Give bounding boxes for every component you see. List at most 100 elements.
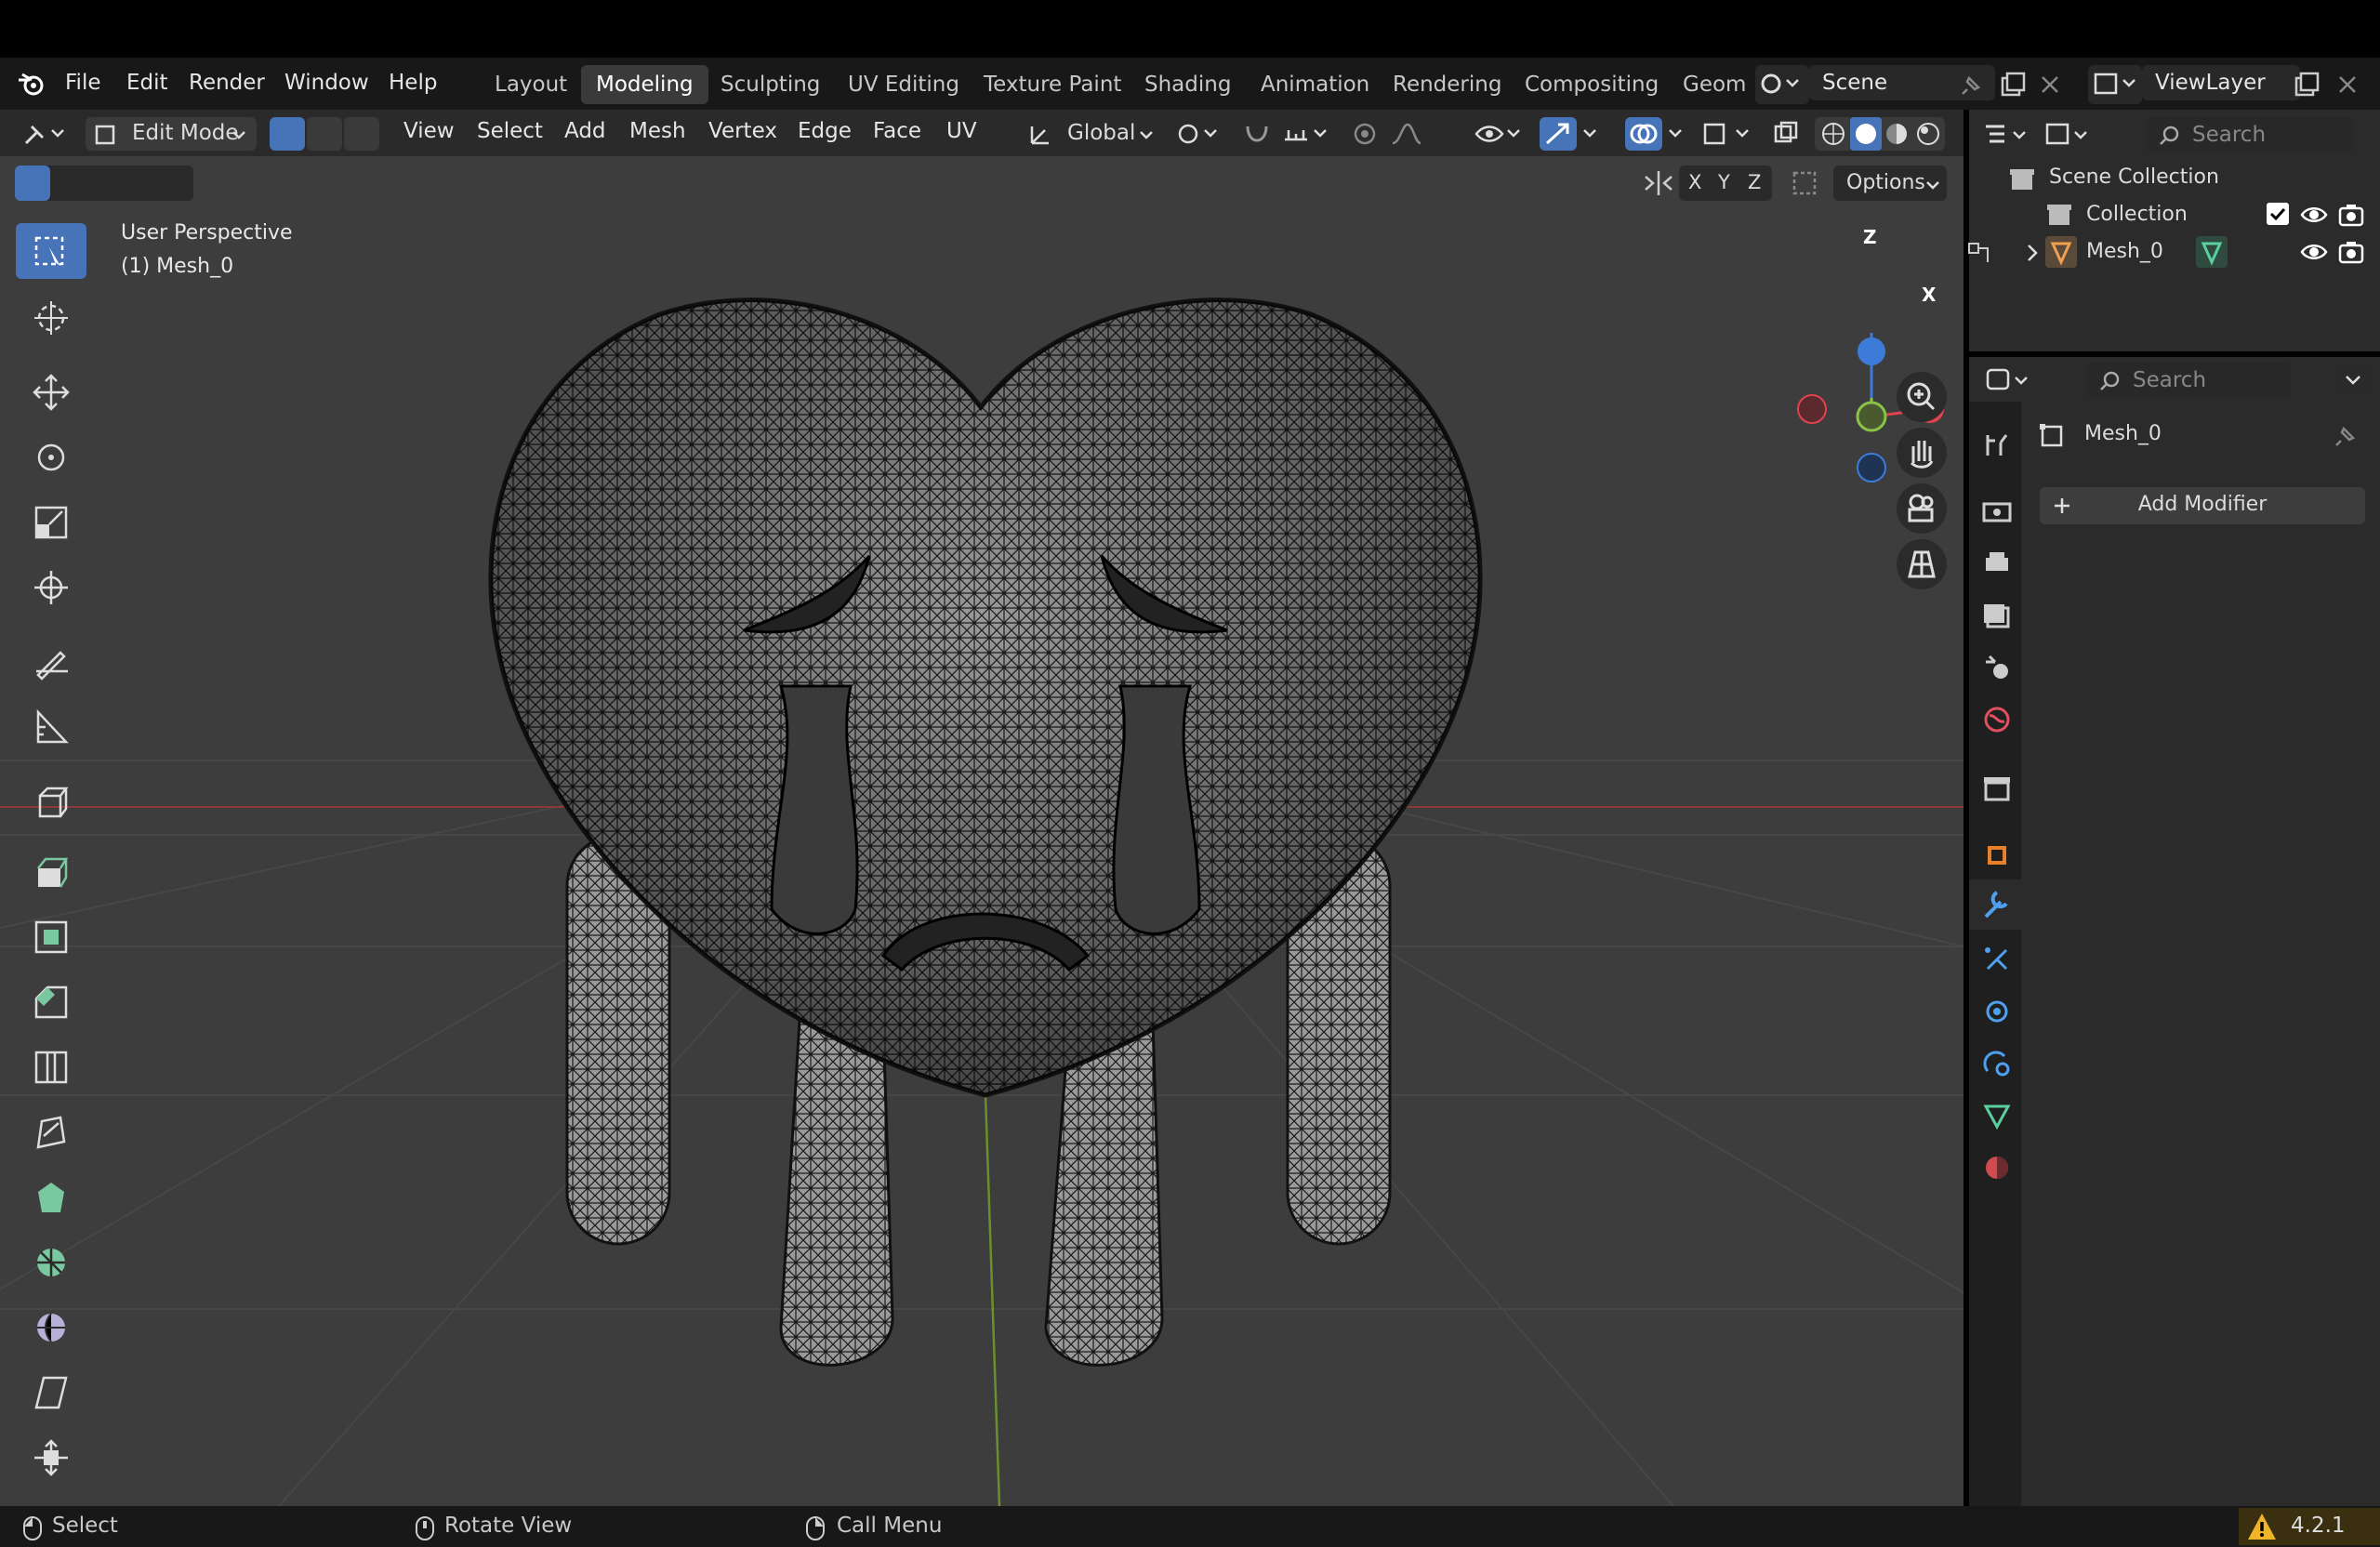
mesh-object-label[interactable]: Mesh_0 [2086,240,2163,263]
tool-spin[interactable] [16,1233,86,1289]
properties-options-dropdown[interactable] [2337,366,2369,394]
physics-tab-icon[interactable] [1980,995,2014,1028]
menu-edge[interactable]: Edge [798,119,852,143]
tool-settings-tab-icon[interactable] [1980,428,2014,461]
mesh-visibility-eye-icon[interactable] [2300,238,2328,270]
material-tab-icon[interactable] [1980,1151,2014,1184]
menu-face[interactable]: Face [873,119,921,143]
menu-select[interactable]: Select [477,119,543,143]
tab-uv-editing[interactable]: UV Editing [833,65,974,104]
snap-icon[interactable] [1238,117,1276,151]
transform-orientation-selector[interactable]: Global [1019,117,1160,151]
menu-edit[interactable]: Edit [126,71,168,95]
tool-scale[interactable] [16,493,86,549]
gizmo-toggle-icon[interactable] [1540,117,1577,151]
outliner-filter-icon[interactable] [1965,240,1993,271]
visibility-selector-icon[interactable] [1473,117,1525,151]
tool-select-box[interactable] [16,223,86,279]
falloff-icon[interactable] [1387,117,1439,151]
view-layer-selector-button[interactable] [2088,65,2142,104]
mirror-z-toggle[interactable]: Z [1748,171,1761,193]
menu-help[interactable]: Help [389,71,437,95]
zoom-button[interactable] [1897,372,1947,422]
3d-viewport[interactable]: User Perspective (1) Mesh_0 Z X [0,110,1964,1506]
mode-selector[interactable]: Edit Mode [86,117,257,151]
collection-include-checkbox[interactable] [2267,203,2289,225]
tool-extrude[interactable] [16,842,86,898]
tool-measure[interactable] [16,697,86,753]
collection-label[interactable]: Collection [2086,203,2188,226]
mesh-edit-overlays-icon[interactable] [1699,117,1757,151]
tab-texture-paint[interactable]: Texture Paint [969,65,1136,104]
data-tab-icon[interactable] [1980,1099,2014,1132]
face-select-button[interactable] [344,117,379,151]
tab-animation[interactable]: Animation [1246,65,1384,104]
select-subtract-icon[interactable] [86,165,121,201]
menu-uv[interactable]: UV [946,119,977,143]
vertex-select-button[interactable] [270,117,305,151]
tool-add-cube[interactable] [16,772,86,827]
tool-bevel[interactable] [16,972,86,1028]
edge-select-button[interactable] [307,117,342,151]
modifier-tab-icon[interactable] [1969,879,2021,930]
tab-sculpting[interactable]: Sculpting [706,65,835,104]
scene-tab-icon[interactable] [1980,651,2014,684]
solid-shading-icon[interactable] [1850,117,1882,151]
pin-icon[interactable] [1960,73,1984,100]
tool-poly-build[interactable] [16,1168,86,1223]
menu-mesh[interactable]: Mesh [629,119,686,143]
add-modifier-button[interactable]: Add Modifier [2040,487,2365,524]
new-view-layer-icon[interactable] [2293,71,2320,102]
collection-visibility-eye-icon[interactable] [2300,201,2328,232]
tab-compositing[interactable]: Compositing [1510,65,1673,104]
properties-editor-type-icon[interactable] [1982,363,2036,398]
pan-hand-icon[interactable] [1897,428,1947,478]
collection-tab-icon[interactable] [1980,772,2014,805]
view-layer-name-field[interactable]: ViewLayer [2142,65,2300,100]
tool-cursor[interactable] [16,288,86,344]
select-new-icon[interactable] [15,165,50,201]
tool-shear[interactable] [16,1363,86,1419]
blender-logo-icon[interactable] [17,69,46,99]
render-tab-icon[interactable] [1980,495,2014,528]
material-preview-icon[interactable] [1882,119,1911,149]
editor-type-button[interactable] [19,117,73,151]
pivot-point-icon[interactable] [1173,117,1225,151]
select-extend-icon[interactable] [50,165,86,201]
tool-transform[interactable] [16,558,86,614]
tool-move[interactable] [16,363,86,418]
delete-view-layer-icon[interactable] [2335,73,2360,100]
camera-view-icon[interactable] [1897,483,1947,534]
tool-annotate[interactable] [16,632,86,688]
menu-file[interactable]: File [65,71,101,95]
tab-shading[interactable]: Shading [1130,65,1246,104]
tool-shrink-fatten[interactable] [16,1428,86,1484]
tool-knife[interactable] [16,1103,86,1158]
scene-selector-button[interactable] [1755,65,1809,104]
xray-toggle-icon[interactable] [1768,117,1805,151]
new-scene-icon[interactable] [1999,71,2027,102]
overlays-dropdown-icon[interactable] [1664,117,1690,151]
snap-target-icon[interactable] [1279,117,1333,151]
rendered-shading-icon[interactable] [1913,119,1943,149]
particles-tab-icon[interactable] [1980,943,2014,976]
object-tab-icon[interactable] [1980,839,2014,872]
wireframe-shading-icon[interactable] [1818,119,1848,149]
tab-geometry[interactable]: Geom [1668,65,1761,104]
mesh-render-camera-icon[interactable] [2337,238,2365,270]
auto-merge-icon[interactable] [1787,165,1822,201]
output-tab-icon[interactable] [1980,547,2014,580]
expand-arrow-icon[interactable] [2021,242,2043,268]
collection-render-camera-icon[interactable] [2337,201,2365,232]
tab-layout[interactable]: Layout [480,65,582,104]
menu-add[interactable]: Add [564,119,606,143]
tab-rendering[interactable]: Rendering [1378,65,1516,104]
tab-modeling[interactable]: Modeling [581,65,708,104]
select-intersect-icon[interactable] [156,165,192,201]
tool-loop-cut[interactable] [16,1038,86,1093]
mesh-data-icon[interactable] [2196,236,2228,268]
perspective-toggle-icon[interactable] [1897,539,1947,589]
menu-render[interactable]: Render [189,71,265,95]
tool-smooth[interactable] [16,1298,86,1354]
menu-vertex[interactable]: Vertex [708,119,777,143]
